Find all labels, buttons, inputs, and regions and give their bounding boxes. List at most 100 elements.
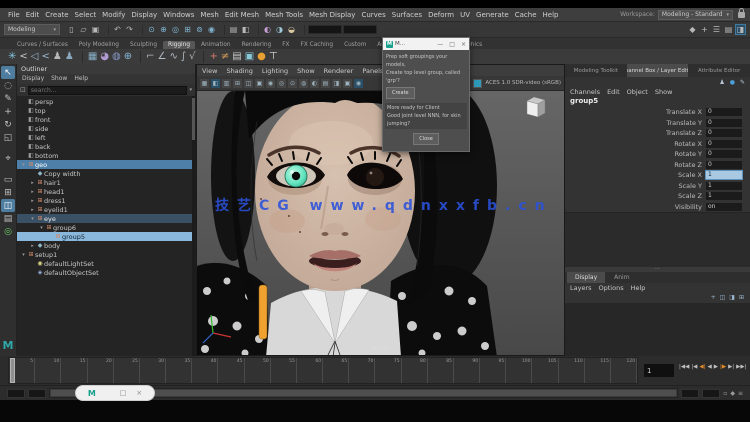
layout-button[interactable]: ▤ [1,212,15,225]
menu-item[interactable]: Create [42,11,71,19]
channel-value-field[interactable]: 0 [706,129,742,137]
status-icon[interactable]: ◧ [240,24,251,35]
shelf-tool-icon[interactable]: ∿ [169,52,177,62]
outliner-item[interactable]: top [17,106,195,115]
expand-arrow-icon[interactable]: ▸ [29,243,36,249]
status-icon[interactable]: ◉ [206,24,217,35]
status-icon[interactable]: ▤ [228,24,239,35]
viewport-toolbar-icon[interactable]: ◉ [354,79,363,88]
layer-editor-tab[interactable]: Display [567,272,605,283]
outliner-item[interactable]: defaultObjectSet [17,268,195,277]
viewport-toolbar-icon[interactable]: ▣ [343,79,352,88]
channel-row[interactable]: Rotate Y 0 [565,149,750,160]
shelf-tool-icon[interactable] [137,51,141,63]
expand-arrow-icon[interactable]: ▸ [29,189,36,195]
sidebar-toggle-icon[interactable]: ◆ [687,24,698,35]
menu-item[interactable]: Mesh Tools [262,11,306,19]
shelf-tool-icon[interactable]: ✳ [8,52,16,62]
menu-item[interactable]: Select [72,11,100,19]
viewport-toolbar-icon[interactable]: ▦ [200,79,209,88]
tool-icon[interactable]: + [1,105,15,118]
status-icon[interactable]: ◑ [274,24,285,35]
layer-action-icon[interactable]: ◫ [720,294,726,301]
outliner-item[interactable]: ▾ geo [17,160,195,169]
viewport-menu-item[interactable]: Show [297,67,315,75]
outliner-menu-item[interactable]: Help [74,75,88,83]
layer-menu-item[interactable]: Options [599,284,624,292]
status-icon[interactable]: ▣ [90,24,101,35]
viewport-menu-item[interactable]: View [202,67,217,75]
layer-menu-item[interactable]: Help [631,284,646,292]
tool-icon[interactable]: ✎ [1,92,15,105]
viewport-menu-item[interactable]: Renderer [324,67,354,75]
outliner-item[interactable]: ▸ dress1 [17,196,195,205]
channel-box-menu-item[interactable]: Channels [570,88,600,96]
shelf-tool-icon[interactable]: ◕ [100,52,109,62]
sidebar-toggle-icon[interactable]: + [699,24,710,35]
expand-arrow-icon[interactable]: ▸ [29,207,36,213]
shelf-tool-icon[interactable]: √ [189,52,195,62]
shelf-tool-icon[interactable]: ▦ [88,52,97,62]
viewport-toolbar-icon[interactable]: ▣ [255,79,264,88]
viewport-toolbar-icon[interactable]: ◫ [244,79,253,88]
menu-item[interactable]: Mesh [197,11,221,19]
outliner-item[interactable]: ▾ eye [17,214,195,223]
status-icon[interactable]: ◎ [170,24,181,35]
channel-value-field[interactable]: 1 [706,192,742,200]
playback-button[interactable]: ▶ [714,364,718,370]
shelf-tool-icon[interactable]: + [209,52,217,62]
viewport-toolbar-icon[interactable]: ⊙ [288,79,297,88]
create-button[interactable]: Create [386,87,415,99]
layer-menu-item[interactable]: Layers [570,284,592,292]
right-panel-tab[interactable]: Channel Box / Layer Editor [627,64,689,77]
tool-icon[interactable]: ◌ [1,79,15,92]
channel-value-field[interactable]: on [706,203,742,211]
window-control-icon[interactable]: — [437,41,443,48]
shelf-tool-icon[interactable]: ♟ [65,52,74,62]
channel-box-menu-item[interactable]: Object [627,88,648,96]
menu-item[interactable]: Edit Mesh [222,11,262,19]
viewport-toolbar-icon[interactable]: ◍ [299,79,308,88]
outliner-menu-item[interactable]: Display [22,75,44,83]
chevron-down-icon[interactable]: ▾ [189,87,192,93]
menu-item[interactable]: Display [128,11,160,19]
status-icon[interactable] [220,25,225,35]
window-control-icon[interactable]: □ [120,389,127,397]
menu-item[interactable]: Edit [23,11,43,19]
channel-row[interactable]: Scale Y 1 [565,181,750,192]
menu-item[interactable]: File [5,11,23,19]
layout-button[interactable]: ▭ [1,173,15,186]
channel-row[interactable]: Translate X 0 [565,107,750,118]
sidebar-toggle-icon[interactable]: ☰ [711,24,722,35]
outliner-item[interactable]: side [17,124,195,133]
channel-value-field[interactable]: 0 [706,108,742,116]
shelf-tab[interactable]: Animation [196,41,236,49]
layer-action-icon[interactable]: + [711,294,716,301]
status-icon[interactable]: ⊚ [194,24,205,35]
outliner-menu-item[interactable]: Show [51,75,67,83]
outliner-item[interactable]: ▸ head1 [17,187,195,196]
expand-arrow-icon[interactable]: ▾ [38,225,45,231]
timeline-playhead[interactable] [10,358,15,383]
sidebar-toggle-icon[interactable]: ▤ [723,24,734,35]
status-icon[interactable] [138,25,143,35]
window-control-icon[interactable]: □ [449,41,455,48]
filter-icon[interactable]: ⊡ [20,86,26,94]
shelf-tab[interactable]: Custom [339,41,371,49]
shelf-tool-icon[interactable]: ◁ [31,52,39,62]
viewport-menu-item[interactable]: Panels [362,67,383,75]
viewport-toolbar-icon[interactable]: ▤ [321,79,330,88]
channel-row[interactable]: Translate Y 0 [565,118,750,129]
last-tool-icon[interactable]: ⌖ [1,152,15,165]
shelf-tab[interactable]: Rigging [163,41,195,49]
viewport-toolbar-icon[interactable]: ◉ [266,79,275,88]
channel-box-menu-item[interactable]: Show [655,88,673,96]
menu-item[interactable]: Curves [358,11,388,19]
playback-button[interactable]: ◀ [708,364,712,370]
status-icon[interactable]: ⊞ [182,24,193,35]
viewport-menu-item[interactable]: Shading [226,67,252,75]
channel-row[interactable]: Scale Z 1 [565,191,750,202]
shelf-tool-icon[interactable]: < [41,52,49,62]
viewport-toolbar-icon[interactable]: ◨ [332,79,341,88]
outliner-item[interactable]: persp [17,97,195,106]
